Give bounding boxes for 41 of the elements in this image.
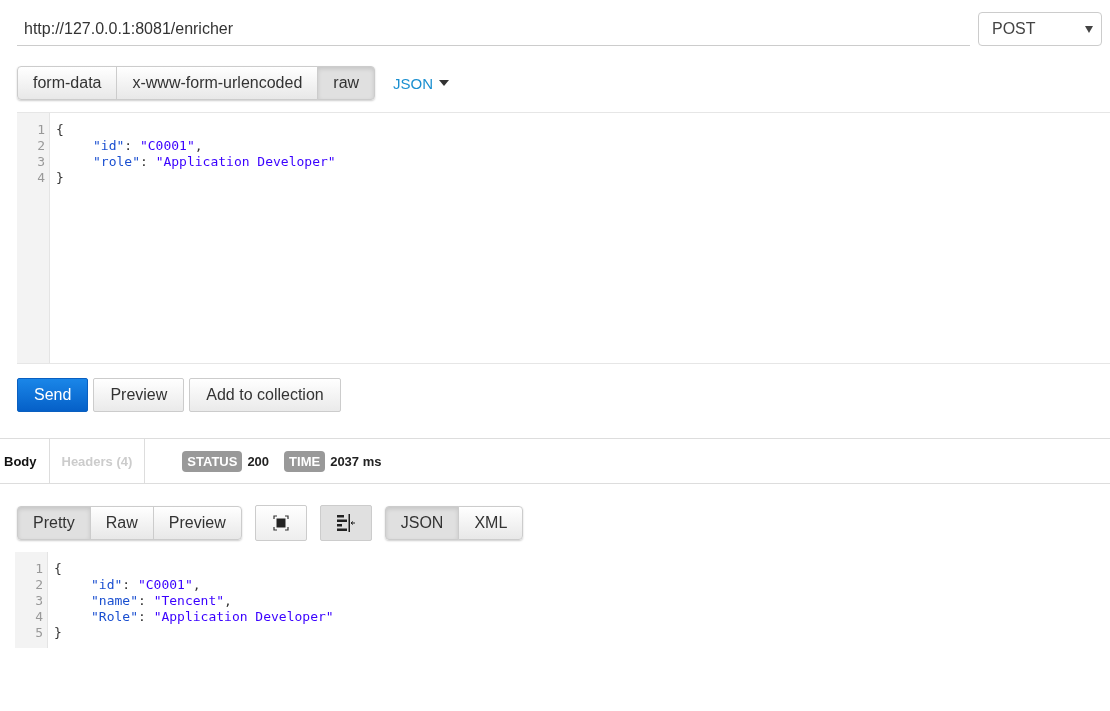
response-time: 2037 ms	[330, 453, 382, 469]
line-number: 1	[36, 122, 46, 138]
fullscreen-button[interactable]	[254, 505, 307, 541]
code-line: {	[54, 561, 63, 577]
line-number: 3	[36, 154, 46, 170]
line-number: 5	[34, 625, 44, 641]
code-line: }	[56, 170, 65, 186]
time-badge: TIME	[284, 450, 326, 472]
view-mode-tab[interactable]: Pretty	[17, 506, 91, 540]
body-mode-tab[interactable]: x-www-form-urlencoded	[116, 66, 319, 100]
action-button[interactable]: Add to collection	[189, 378, 341, 412]
format-tab[interactable]: JSON	[384, 506, 460, 540]
format-tab[interactable]: XML	[458, 506, 524, 540]
line-number: 2	[36, 138, 46, 154]
fullscreen-icon	[272, 515, 289, 531]
status-code: 200	[247, 453, 270, 469]
code-line: "name": "Tencent",	[90, 593, 233, 609]
code-line: "role": "Application Developer"	[92, 154, 336, 170]
code-line: {	[56, 122, 65, 138]
body-mode-tab[interactable]: form-data	[17, 66, 118, 100]
action-button[interactable]: Preview	[93, 378, 185, 412]
line-number: 1	[34, 561, 44, 577]
caret-icon	[439, 80, 450, 86]
view-mode-tab[interactable]: Raw	[89, 506, 154, 540]
code-line: "id": "C0001",	[90, 577, 202, 593]
view-mode-tab[interactable]: Preview	[152, 506, 242, 540]
status-badge: STATUS	[182, 450, 243, 472]
body-mode-tab[interactable]: raw	[317, 66, 376, 100]
code-line: "Role": "Application Developer"	[90, 609, 334, 625]
caret-icon	[1085, 25, 1093, 33]
line-number: 3	[34, 593, 44, 609]
code-line: }	[54, 625, 63, 641]
wrap-button[interactable]	[319, 505, 372, 541]
action-button[interactable]: Send	[17, 378, 89, 412]
line-number: 4	[36, 170, 46, 186]
line-number: 2	[34, 577, 44, 593]
align-left-arrow-icon	[335, 514, 356, 532]
line-number: 4	[34, 609, 44, 625]
method-select[interactable]: POST	[978, 12, 1102, 46]
code-line: "id": "C0001",	[92, 138, 204, 154]
raw-type-dropdown[interactable]: JSON	[393, 74, 450, 92]
